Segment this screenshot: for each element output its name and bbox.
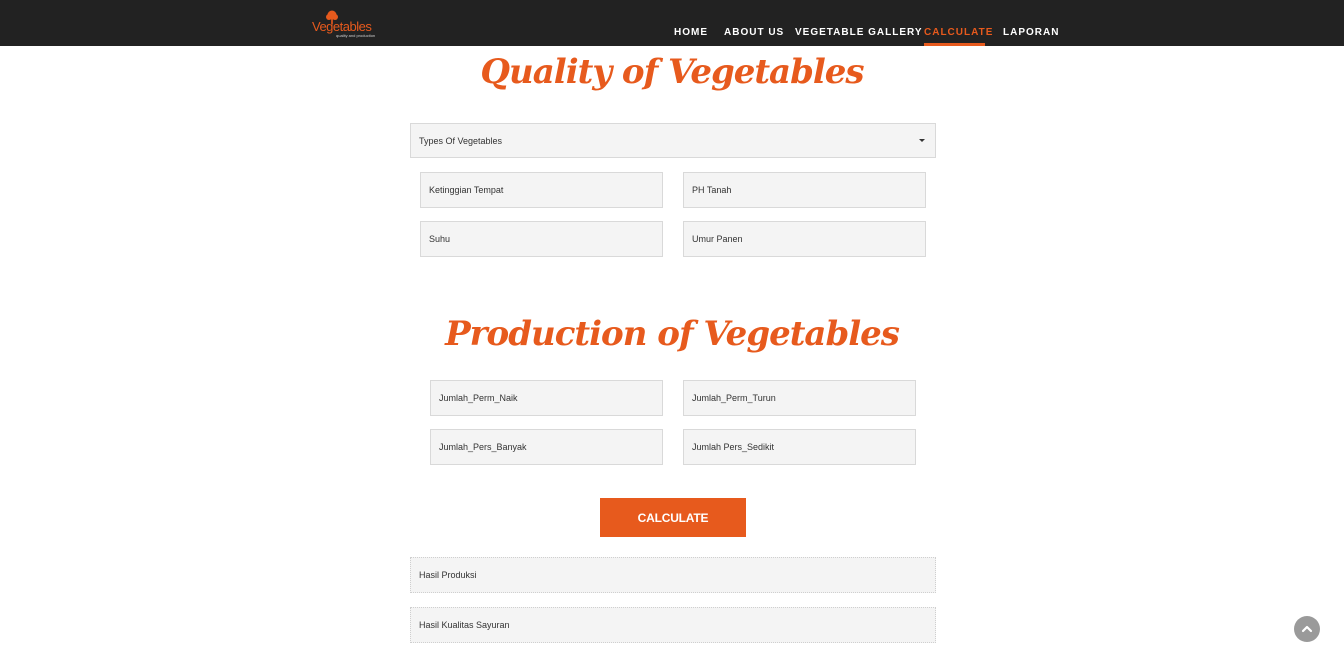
production-section-title: Production of Vegetables — [445, 314, 900, 354]
ketinggian-tempat-input[interactable]: Ketinggian Tempat — [420, 172, 663, 208]
scroll-top-button[interactable] — [1294, 616, 1320, 642]
nav-calculate[interactable]: CALCULATE — [924, 27, 993, 39]
ph-tanah-input[interactable]: PH Tanah — [683, 172, 926, 208]
quality-section-title: Quality of Vegetables — [480, 52, 864, 92]
calculate-button[interactable]: CALCULATE — [600, 498, 746, 537]
nav-active-indicator — [924, 43, 985, 46]
nav-vegetable-gallery[interactable]: VEGETABLE GALLERY — [795, 27, 923, 39]
nav-about-us[interactable]: ABOUT US — [724, 27, 784, 39]
brand-logo[interactable]: Vegetables quality and production — [312, 10, 382, 40]
top-navbar: Vegetables quality and production HOME A… — [0, 0, 1344, 46]
chevron-up-icon — [1301, 625, 1313, 633]
hasil-produksi-field[interactable]: Hasil Produksi — [410, 557, 936, 593]
suhu-input[interactable]: Suhu — [420, 221, 663, 257]
jumlah-pers-sedikit-input[interactable]: Jumlah Pers_Sedikit — [683, 429, 916, 465]
caret-down-icon — [919, 139, 925, 142]
nav-laporan[interactable]: LAPORAN — [1003, 27, 1059, 39]
hasil-kualitas-field[interactable]: Hasil Kualitas Sayuran — [410, 607, 936, 643]
vegetable-type-select[interactable]: Types Of Vegetables — [410, 123, 936, 158]
jumlah-perm-turun-input[interactable]: Jumlah_Perm_Turun — [683, 380, 916, 416]
brand-tagline: quality and production — [336, 33, 376, 38]
jumlah-pers-banyak-input[interactable]: Jumlah_Pers_Banyak — [430, 429, 663, 465]
jumlah-perm-naik-input[interactable]: Jumlah_Perm_Naik — [430, 380, 663, 416]
brand-name: Vegetables — [312, 19, 372, 34]
umur-panen-input[interactable]: Umur Panen — [683, 221, 926, 257]
nav-home[interactable]: HOME — [674, 27, 708, 39]
vegetable-type-select-value: Types Of Vegetables — [419, 135, 503, 146]
